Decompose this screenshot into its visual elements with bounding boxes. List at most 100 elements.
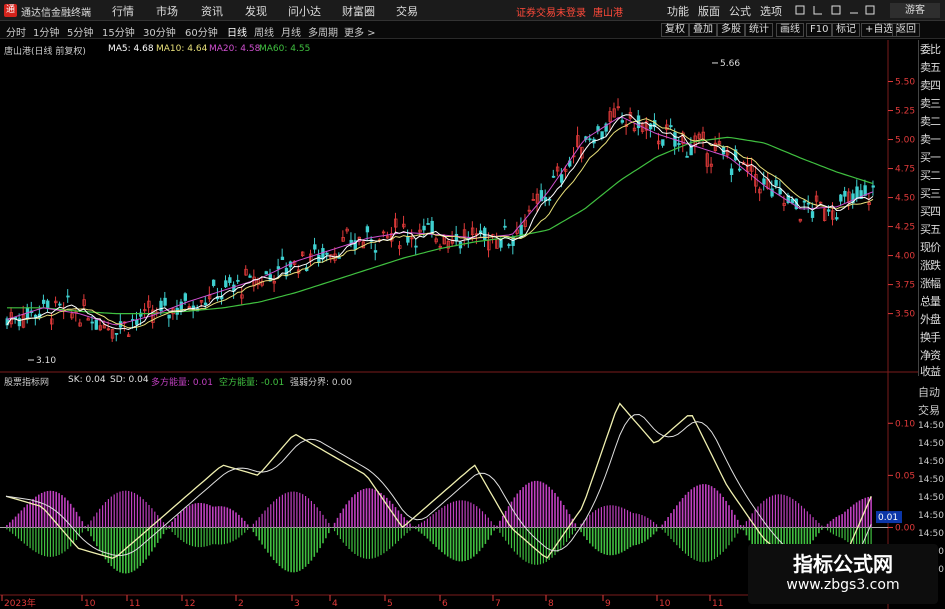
- quote-label[interactable]: 卖三: [920, 96, 945, 111]
- candle-body: [738, 168, 742, 171]
- title-bar: 通 通达信金融终端 行情 市场 资讯 发现 问小达 财富圈 交易 证券交易未登录…: [0, 0, 945, 21]
- candle-body: [365, 226, 370, 233]
- candle-body: [863, 185, 867, 196]
- chart-icon: [813, 6, 822, 15]
- kline-chart[interactable]: 5.50 5.25 5.00 4.75 4.50 4.25 4.00 3.75 3.50 0.10…: [0, 40, 918, 609]
- draw-button[interactable]: 画线: [776, 23, 804, 37]
- watermark-title: 指标公式网: [793, 552, 893, 576]
- quote-label[interactable]: 净资: [920, 348, 945, 363]
- adjust-button[interactable]: 复权: [661, 23, 689, 37]
- menu-market[interactable]: 市场: [156, 3, 178, 19]
- candle-body: [414, 245, 418, 248]
- quote-label[interactable]: 收益: [920, 364, 945, 379]
- candle-body: [790, 199, 794, 204]
- price-tick-label: 3.75: [895, 281, 915, 291]
- f10-button[interactable]: F10: [806, 23, 833, 37]
- candle-body: [677, 143, 681, 145]
- menu-options[interactable]: 选项: [760, 3, 782, 19]
- period-weekly[interactable]: 周线: [254, 24, 274, 39]
- auto-toggle[interactable]: 自动: [918, 384, 940, 400]
- menu-news[interactable]: 资讯: [201, 3, 223, 19]
- indicator-name: 股票指标网: [4, 378, 50, 388]
- quote-label[interactable]: 卖一: [920, 132, 945, 147]
- trade-tab[interactable]: 交易: [918, 402, 940, 418]
- candle-body: [648, 123, 653, 130]
- quote-label[interactable]: 外盘: [920, 312, 945, 327]
- overlay-button[interactable]: 叠加: [689, 23, 717, 37]
- time-tick-label: 10: [659, 599, 671, 609]
- candle-body: [373, 250, 378, 253]
- candle-body: [58, 303, 62, 306]
- menu-layout[interactable]: 版面: [698, 3, 720, 19]
- guest-button[interactable]: 游客: [890, 3, 940, 18]
- candle-body: [729, 168, 734, 175]
- quote-label[interactable]: 委比: [920, 42, 945, 57]
- trade-time: 14:50: [918, 493, 944, 503]
- candle-body: [114, 333, 119, 335]
- trade-time: 14:50: [918, 439, 944, 449]
- period-multi[interactable]: 多周期: [308, 24, 338, 39]
- time-tick-label: 12: [184, 599, 195, 609]
- quote-label[interactable]: 买二: [920, 168, 945, 183]
- period-daily[interactable]: 日线: [227, 24, 247, 39]
- period-60min[interactable]: 60分钟: [185, 24, 218, 39]
- menu-discover[interactable]: 发现: [245, 3, 267, 19]
- low-label: 3.10: [36, 356, 56, 366]
- candle-body: [430, 220, 434, 234]
- quote-label[interactable]: 涨跌: [920, 258, 945, 273]
- current-value-label: 0.01: [878, 513, 898, 523]
- menu-ask-xiaoda[interactable]: 问小达: [288, 3, 321, 19]
- quote-label[interactable]: 现价: [920, 240, 945, 255]
- candle-body: [620, 120, 625, 123]
- candle-body: [46, 300, 50, 309]
- period-tick[interactable]: 分时: [6, 24, 26, 39]
- time-tick-label: 11: [712, 599, 723, 609]
- quote-label[interactable]: 卖二: [920, 114, 945, 129]
- quote-label[interactable]: 总量: [920, 294, 945, 309]
- watermark-url: www.zbgs3.com: [786, 577, 900, 593]
- candle-body: [325, 252, 329, 255]
- period-15min[interactable]: 15分钟: [102, 24, 135, 39]
- period-5min[interactable]: 5分钟: [67, 24, 93, 39]
- candle-body: [499, 239, 503, 248]
- time-tick-label: 3: [294, 599, 300, 609]
- price-tick-label: 4.00: [895, 252, 915, 262]
- candle-body: [507, 244, 511, 246]
- quote-label[interactable]: 卖四: [920, 78, 945, 93]
- back-button[interactable]: 返回: [892, 23, 920, 37]
- stats-button[interactable]: 统计: [745, 23, 773, 37]
- period-more[interactable]: 更多 >: [344, 24, 376, 39]
- quote-label[interactable]: 卖五: [920, 60, 945, 75]
- candle-body: [183, 293, 187, 301]
- candle-body: [802, 200, 807, 203]
- mark-button[interactable]: 标记: [832, 23, 860, 37]
- period-1min[interactable]: 1分钟: [33, 24, 59, 39]
- time-tick-label: 8: [548, 599, 554, 609]
- menu-function[interactable]: 功能: [667, 3, 689, 19]
- quote-label[interactable]: 换手: [920, 330, 945, 345]
- menu-formula[interactable]: 公式: [729, 3, 751, 19]
- multi-stock-button[interactable]: 多股: [717, 23, 745, 37]
- candle-body: [17, 318, 22, 327]
- menu-trade[interactable]: 交易: [396, 3, 418, 19]
- candle-body: [203, 302, 208, 305]
- candle-body: [551, 175, 556, 178]
- candle-body: [163, 297, 167, 306]
- menu-quotes[interactable]: 行情: [112, 3, 134, 19]
- quote-label[interactable]: 买一: [920, 150, 945, 165]
- quote-label[interactable]: 涨幅: [920, 276, 945, 291]
- login-status[interactable]: 证券交易未登录: [516, 4, 586, 19]
- quote-label[interactable]: 买五: [920, 222, 945, 237]
- candle-body: [276, 266, 281, 270]
- quote-label[interactable]: 买三: [920, 186, 945, 201]
- period-30min[interactable]: 30分钟: [143, 24, 176, 39]
- candle-body: [167, 314, 171, 319]
- menu-wealth-circle[interactable]: 财富圈: [342, 3, 375, 19]
- quote-label[interactable]: 买四: [920, 204, 945, 219]
- candle-body: [503, 225, 507, 228]
- candle-body: [669, 125, 673, 128]
- candle-body: [774, 179, 778, 186]
- candle-body: [685, 155, 689, 158]
- period-monthly[interactable]: 月线: [281, 24, 301, 39]
- trade-time: 14:50: [918, 475, 944, 485]
